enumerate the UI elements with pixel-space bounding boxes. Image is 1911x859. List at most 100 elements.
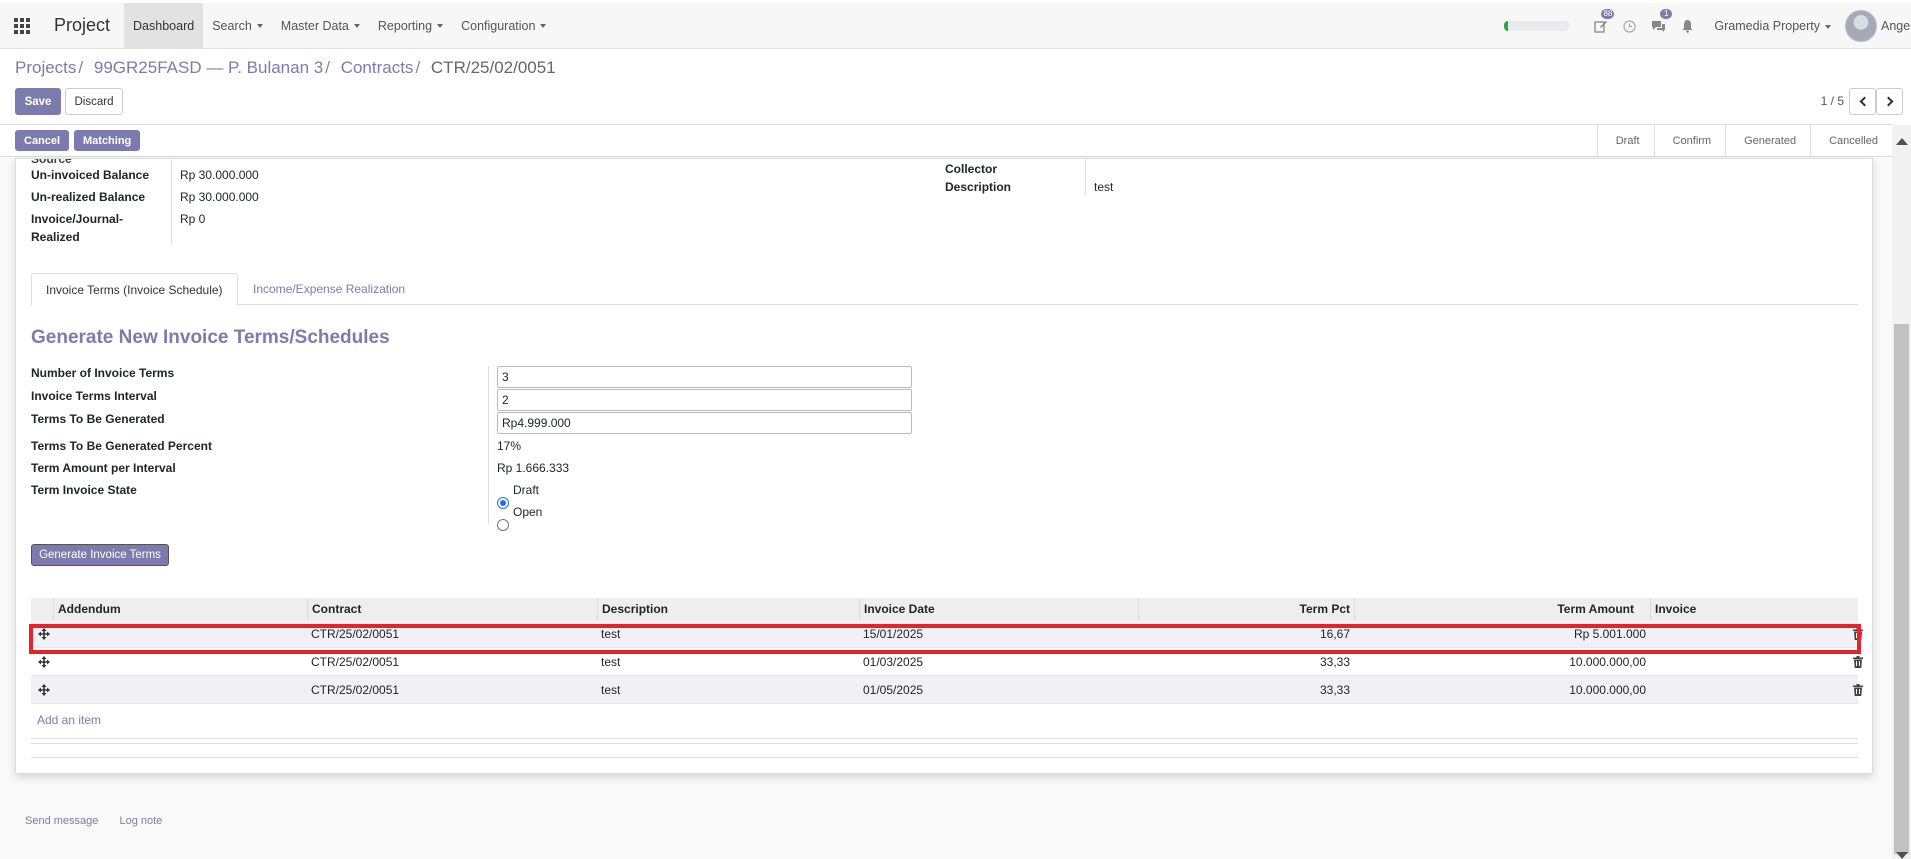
collector-label: Collector bbox=[945, 162, 998, 176]
bell-icon[interactable] bbox=[1673, 3, 1702, 49]
state-draft-label[interactable]: Draft bbox=[513, 483, 539, 497]
scrollbar-thumb[interactable] bbox=[1894, 324, 1909, 854]
col-term-amount[interactable]: Term Amount bbox=[1354, 598, 1650, 620]
term-invoice-state-label: Term Invoice State bbox=[31, 483, 137, 497]
pager-value: 1 / 5 bbox=[1820, 94, 1844, 108]
cell-term-amount[interactable]: 10.000.000,00 bbox=[1354, 648, 1650, 676]
state-draft-radio[interactable] bbox=[497, 497, 509, 509]
trash-icon[interactable] bbox=[1853, 628, 1863, 640]
scroll-down-arrow-icon[interactable] bbox=[1896, 852, 1908, 859]
user-name[interactable]: Angel bbox=[1881, 19, 1911, 33]
matching-button[interactable]: Matching bbox=[74, 130, 141, 151]
breadcrumb-contracts[interactable]: Contracts bbox=[341, 58, 414, 77]
num-invoice-terms-input[interactable] bbox=[497, 366, 912, 388]
drag-handle-icon[interactable] bbox=[38, 684, 50, 696]
breadcrumb-separator: / bbox=[78, 58, 84, 77]
caret-down-icon bbox=[256, 23, 263, 28]
stage-confirm[interactable]: Confirm bbox=[1653, 125, 1726, 157]
pager-previous-button[interactable] bbox=[1849, 88, 1876, 115]
cell-term-amount[interactable]: 10.000.000,00 bbox=[1354, 676, 1650, 704]
invoice-journal-label: Invoice/Journal- bbox=[31, 212, 124, 226]
user-avatar[interactable] bbox=[1845, 10, 1877, 42]
generate-invoice-terms-button[interactable]: Generate Invoice Terms bbox=[31, 544, 169, 566]
tab-income-expense-realization[interactable]: Income/Expense Realization bbox=[239, 273, 419, 305]
cell-term-pct[interactable]: 16,67 bbox=[1138, 620, 1354, 648]
drag-handle-icon[interactable] bbox=[38, 656, 50, 668]
chevron-left-icon bbox=[1859, 96, 1869, 107]
cell-description[interactable]: test bbox=[597, 620, 624, 648]
drag-handle-icon[interactable] bbox=[38, 628, 50, 640]
invoice-journal-label-line2: Realized bbox=[31, 230, 80, 244]
pager-next-button[interactable] bbox=[1876, 88, 1903, 115]
send-message-link[interactable]: Send message bbox=[25, 815, 98, 827]
nav-dashboard[interactable]: Dashboard bbox=[124, 2, 204, 49]
invoice-terms-interval-input[interactable] bbox=[497, 389, 912, 411]
cell-description[interactable]: test bbox=[597, 676, 624, 704]
source-label: Source bbox=[31, 158, 72, 166]
apps-menu-icon[interactable] bbox=[0, 3, 44, 49]
clock-icon[interactable] bbox=[1615, 3, 1644, 49]
stage-generated[interactable]: Generated bbox=[1725, 125, 1810, 157]
messages-icon[interactable]: 1 bbox=[1644, 3, 1673, 49]
nav-reporting[interactable]: Reporting bbox=[369, 3, 452, 49]
breadcrumb-project[interactable]: 99GR25FASD — P. Bulanan 3 bbox=[94, 58, 323, 77]
progress-bar[interactable] bbox=[1504, 21, 1571, 31]
state-open-label[interactable]: Open bbox=[513, 505, 542, 519]
field-divider bbox=[488, 366, 489, 524]
nav-search[interactable]: Search bbox=[203, 3, 272, 49]
stage-cancelled[interactable]: Cancelled bbox=[1810, 125, 1892, 157]
save-button[interactable]: Save bbox=[15, 88, 61, 115]
table-footer-line bbox=[31, 757, 1858, 758]
nav-dashboard-label: Dashboard bbox=[133, 18, 195, 33]
state-open-radio[interactable] bbox=[497, 519, 509, 531]
cell-invoice-date[interactable]: 01/05/2025 bbox=[859, 676, 927, 704]
cell-description[interactable]: test bbox=[597, 648, 624, 676]
cell-term-pct[interactable]: 33,33 bbox=[1138, 676, 1354, 704]
company-name: Gramedia Property bbox=[1714, 19, 1820, 33]
company-switcher[interactable]: Gramedia Property bbox=[1714, 19, 1831, 33]
trash-icon[interactable] bbox=[1853, 684, 1863, 696]
cancel-button[interactable]: Cancel bbox=[15, 130, 70, 151]
cell-invoice-date[interactable]: 01/03/2025 bbox=[859, 648, 927, 676]
col-description[interactable]: Description bbox=[597, 598, 859, 620]
notebook-tabs: Invoice Terms (Invoice Schedule) Income/… bbox=[31, 273, 1858, 306]
uninvoiced-balance-value: Rp 30.000.000 bbox=[180, 168, 259, 182]
cell-contract[interactable]: CTR/25/02/0051 bbox=[307, 620, 403, 648]
cell-term-amount[interactable]: Rp 5.001.000 bbox=[1354, 620, 1650, 648]
col-contract[interactable]: Contract bbox=[307, 598, 597, 620]
form-sheet: Source Un-invoiced Balance Rp 30.000.000… bbox=[15, 158, 1873, 774]
col-invoice[interactable]: Invoice bbox=[1650, 598, 1838, 620]
cell-invoice[interactable] bbox=[1650, 648, 1658, 676]
cell-invoice[interactable] bbox=[1650, 620, 1658, 648]
cell-term-pct[interactable]: 33,33 bbox=[1138, 648, 1354, 676]
col-term-pct[interactable]: Term Pct bbox=[1138, 598, 1354, 620]
cell-contract[interactable]: CTR/25/02/0051 bbox=[307, 648, 403, 676]
nav-master-data[interactable]: Master Data bbox=[272, 3, 369, 49]
cell-addendum[interactable] bbox=[53, 648, 61, 676]
cell-invoice[interactable] bbox=[1650, 676, 1658, 704]
discard-button[interactable]: Discard bbox=[65, 88, 123, 115]
activity-edit-icon[interactable]: 88 bbox=[1586, 3, 1615, 49]
col-invoice-date[interactable]: Invoice Date bbox=[859, 598, 1138, 620]
term-amount-value: Rp 1.666.333 bbox=[497, 461, 570, 475]
cell-contract[interactable]: CTR/25/02/0051 bbox=[307, 676, 403, 704]
scroll-up-arrow-icon[interactable] bbox=[1896, 138, 1908, 145]
terms-percent-value: 17% bbox=[497, 439, 522, 453]
cell-addendum[interactable] bbox=[53, 620, 61, 648]
nav-configuration[interactable]: Configuration bbox=[452, 3, 555, 49]
num-invoice-terms-label: Number of Invoice Terms bbox=[31, 366, 175, 380]
cell-addendum[interactable] bbox=[53, 676, 61, 704]
log-note-link[interactable]: Log note bbox=[119, 815, 162, 827]
table-row[interactable]: CTR/25/02/0051 test 01/03/2025 33,33 10.… bbox=[31, 648, 1863, 676]
terms-to-generate-input[interactable] bbox=[497, 412, 912, 434]
col-addendum[interactable]: Addendum bbox=[53, 598, 307, 620]
add-an-item-link[interactable]: Add an item bbox=[37, 713, 101, 727]
breadcrumb-projects[interactable]: Projects bbox=[15, 58, 76, 77]
cell-invoice-date[interactable]: 15/01/2025 bbox=[859, 620, 927, 648]
tab-invoice-terms[interactable]: Invoice Terms (Invoice Schedule) bbox=[31, 273, 238, 306]
stage-draft[interactable]: Draft bbox=[1596, 125, 1654, 157]
trash-icon[interactable] bbox=[1853, 656, 1863, 668]
table-row[interactable]: CTR/25/02/0051 test 15/01/2025 16,67 Rp … bbox=[31, 620, 1863, 648]
table-header: Addendum Contract Description Invoice Da… bbox=[31, 598, 1858, 620]
table-row[interactable]: CTR/25/02/0051 test 01/05/2025 33,33 10.… bbox=[31, 676, 1863, 704]
